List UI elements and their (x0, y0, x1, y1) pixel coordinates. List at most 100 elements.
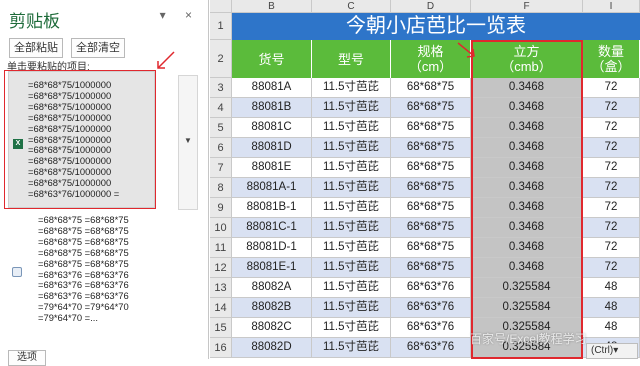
cell-spec[interactable]: 68*68*75 (391, 98, 471, 118)
cell-item-no[interactable]: 88081A-1 (232, 178, 312, 198)
column-header-i[interactable]: I (583, 0, 640, 13)
header-item-no[interactable]: 货号 (232, 40, 312, 78)
header-model[interactable]: 型号 (312, 40, 391, 78)
cell-spec[interactable]: 68*63*76 (391, 278, 471, 298)
header-spec[interactable]: 规格 （cm） (391, 40, 471, 78)
header-quantity[interactable]: 数量 （盒） (583, 40, 640, 78)
options-button[interactable]: 选项 (8, 350, 46, 366)
cell-spec[interactable]: 68*68*75 (391, 238, 471, 258)
cell-item-no[interactable]: 88081C (232, 118, 312, 138)
cell-spec[interactable]: 68*63*76 (391, 338, 471, 358)
cell-spec[interactable]: 68*68*75 (391, 118, 471, 138)
column-header-c[interactable]: C (312, 0, 391, 13)
cell-item-no[interactable]: 88081A (232, 78, 312, 98)
item-dropdown-button[interactable]: ▼ (178, 75, 198, 210)
row-header[interactable]: 13 (210, 278, 232, 298)
cell-quantity[interactable]: 72 (583, 178, 640, 198)
row-header[interactable]: 14 (210, 298, 232, 318)
cell-model[interactable]: 11.5寸芭芘 (312, 78, 391, 98)
pane-controls[interactable]: ▾ × (160, 8, 200, 22)
cell-quantity[interactable]: 72 (583, 198, 640, 218)
cell-model[interactable]: 11.5寸芭芘 (312, 338, 391, 358)
cell-volume[interactable]: 0.3468 (471, 218, 583, 238)
row-header[interactable]: 10 (210, 218, 232, 238)
cell-spec[interactable]: 68*63*76 (391, 298, 471, 318)
cell-model[interactable]: 11.5寸芭芘 (312, 278, 391, 298)
cell-model[interactable]: 11.5寸芭芘 (312, 258, 391, 278)
cell-volume[interactable]: 0.3468 (471, 138, 583, 158)
cell-quantity[interactable]: 72 (583, 78, 640, 98)
cell-volume[interactable]: 0.325584 (471, 318, 583, 338)
row-header[interactable]: 16 (210, 338, 232, 358)
cell-volume[interactable]: 0.3468 (471, 238, 583, 258)
row-header[interactable]: 1 (210, 13, 232, 40)
cell-spec[interactable]: 68*68*75 (391, 198, 471, 218)
cell-spec[interactable]: 68*68*75 (391, 218, 471, 238)
clipboard-item-2[interactable]: =68*68*75 =68*68*75 =68*68*75 =68*68*75 … (8, 214, 198, 335)
cell-volume[interactable]: 0.325584 (471, 278, 583, 298)
cell-spec[interactable]: 68*68*75 (391, 138, 471, 158)
cell-spec[interactable]: 68*68*75 (391, 178, 471, 198)
cell-model[interactable]: 11.5寸芭芘 (312, 98, 391, 118)
cell-volume[interactable]: 0.3468 (471, 118, 583, 138)
row-header[interactable]: 15 (210, 318, 232, 338)
cell-spec[interactable]: 68*68*75 (391, 158, 471, 178)
clear-all-button[interactable]: 全部清空 (71, 38, 125, 58)
cell-quantity[interactable]: 72 (583, 138, 640, 158)
cell-quantity[interactable]: 72 (583, 98, 640, 118)
cell-spec[interactable]: 68*63*76 (391, 318, 471, 338)
row-header[interactable]: 6 (210, 138, 232, 158)
row-header[interactable]: 11 (210, 238, 232, 258)
cell-item-no[interactable]: 88081D (232, 138, 312, 158)
cell-volume[interactable]: 0.3468 (471, 158, 583, 178)
cell-quantity[interactable]: 48 (583, 278, 640, 298)
row-header[interactable]: 12 (210, 258, 232, 278)
cell-volume[interactable]: 0.3468 (471, 78, 583, 98)
row-header[interactable]: 5 (210, 118, 232, 138)
cell-item-no[interactable]: 88081C-1 (232, 218, 312, 238)
cell-item-no[interactable]: 88081D-1 (232, 238, 312, 258)
cell-model[interactable]: 11.5寸芭芘 (312, 198, 391, 218)
cell-item-no[interactable]: 88081E (232, 158, 312, 178)
cell-quantity[interactable]: 72 (583, 218, 640, 238)
clipboard-item-1[interactable]: X =68*68*75/1000000 =68*68*75/1000000 =6… (8, 71, 155, 208)
cell-model[interactable]: 11.5寸芭芘 (312, 118, 391, 138)
cell-model[interactable]: 11.5寸芭芘 (312, 238, 391, 258)
column-header-f[interactable]: F (471, 0, 583, 13)
cell-model[interactable]: 11.5寸芭芘 (312, 178, 391, 198)
cell-volume[interactable]: 0.3468 (471, 98, 583, 118)
paste-options-button[interactable]: (Ctrl)▾ (586, 343, 638, 359)
column-header-d[interactable]: D (391, 0, 471, 13)
paste-all-button[interactable]: 全部粘贴 (9, 38, 63, 58)
cell-item-no[interactable]: 88081B (232, 98, 312, 118)
row-header[interactable]: 8 (210, 178, 232, 198)
cell-item-no[interactable]: 88082B (232, 298, 312, 318)
row-header[interactable]: 4 (210, 98, 232, 118)
cell-item-no[interactable]: 88081E-1 (232, 258, 312, 278)
row-header[interactable]: 2 (210, 40, 232, 78)
cell-quantity[interactable]: 48 (583, 318, 640, 338)
cell-volume[interactable]: 0.3468 (471, 198, 583, 218)
cell-model[interactable]: 11.5寸芭芘 (312, 318, 391, 338)
cell-item-no[interactable]: 88082C (232, 318, 312, 338)
cell-quantity[interactable]: 72 (583, 258, 640, 278)
cell-quantity[interactable]: 72 (583, 118, 640, 138)
cell-quantity[interactable]: 48 (583, 298, 640, 318)
row-header[interactable]: 9 (210, 198, 232, 218)
header-volume[interactable]: 立方 （cmb） (471, 40, 583, 78)
cell-volume[interactable]: 0.3468 (471, 258, 583, 278)
column-header-b[interactable]: B (232, 0, 312, 13)
cell-volume[interactable]: 0.3468 (471, 178, 583, 198)
cell-model[interactable]: 11.5寸芭芘 (312, 138, 391, 158)
cell-spec[interactable]: 68*68*75 (391, 258, 471, 278)
cell-model[interactable]: 11.5寸芭芘 (312, 218, 391, 238)
cell-item-no[interactable]: 88082A (232, 278, 312, 298)
cell-spec[interactable]: 68*68*75 (391, 78, 471, 98)
cell-model[interactable]: 11.5寸芭芘 (312, 158, 391, 178)
select-all-corner[interactable] (210, 0, 232, 13)
cell-volume[interactable]: 0.325584 (471, 298, 583, 318)
cell-quantity[interactable]: 72 (583, 158, 640, 178)
cell-volume[interactable]: 0.325584 (471, 338, 583, 358)
cell-quantity[interactable]: 72 (583, 238, 640, 258)
cell-item-no[interactable]: 88082D (232, 338, 312, 358)
